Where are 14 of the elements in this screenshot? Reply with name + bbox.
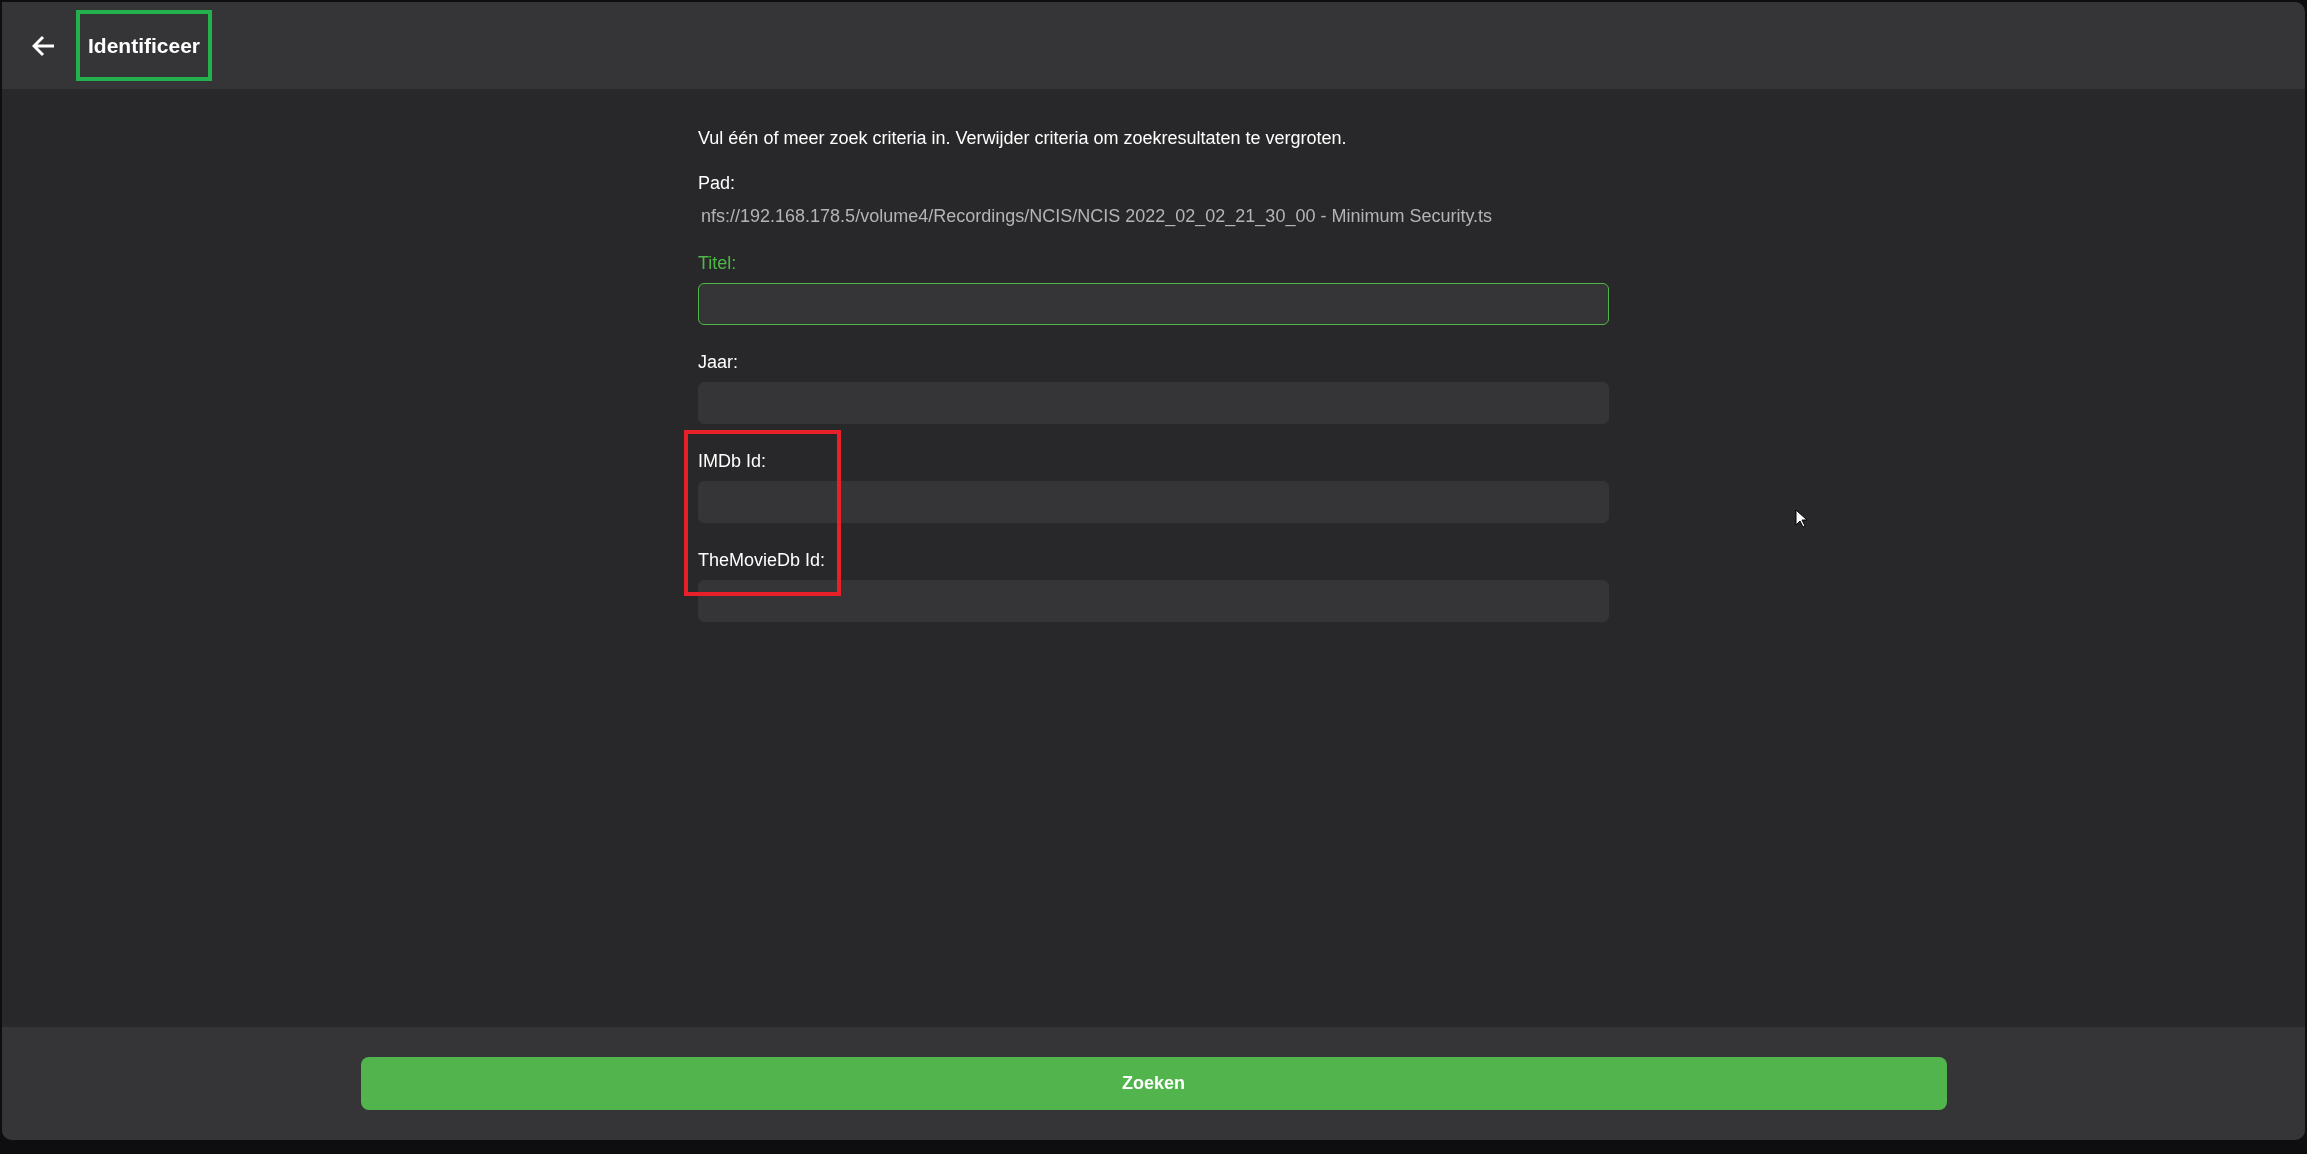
path-value: nfs://192.168.178.5/volume4/Recordings/NCIS/NCIS 2022_02_02_21_30_00 - Minimum Security.ts — [701, 205, 1494, 229]
path-label: Pad: — [698, 172, 737, 195]
field-label: IMDb Id: — [698, 450, 768, 473]
search-button[interactable]: Zoeken — [360, 1057, 1947, 1110]
field-label: TheMovieDb Id: — [698, 549, 827, 572]
mouse-cursor-icon — [1795, 509, 1807, 528]
instruction-text: Vul één of meer zoek criteria in. Verwijder criteria om zoekresultaten te vergroten. — [698, 127, 1348, 150]
back-arrow-icon — [32, 34, 56, 57]
page-title: Identificeer — [84, 17, 205, 74]
input-field[interactable] — [698, 283, 1609, 325]
input-field[interactable] — [698, 580, 1609, 622]
input-field[interactable] — [698, 481, 1609, 523]
field-label: Titel: — [698, 252, 738, 275]
field-label: Jaar: — [698, 351, 740, 374]
